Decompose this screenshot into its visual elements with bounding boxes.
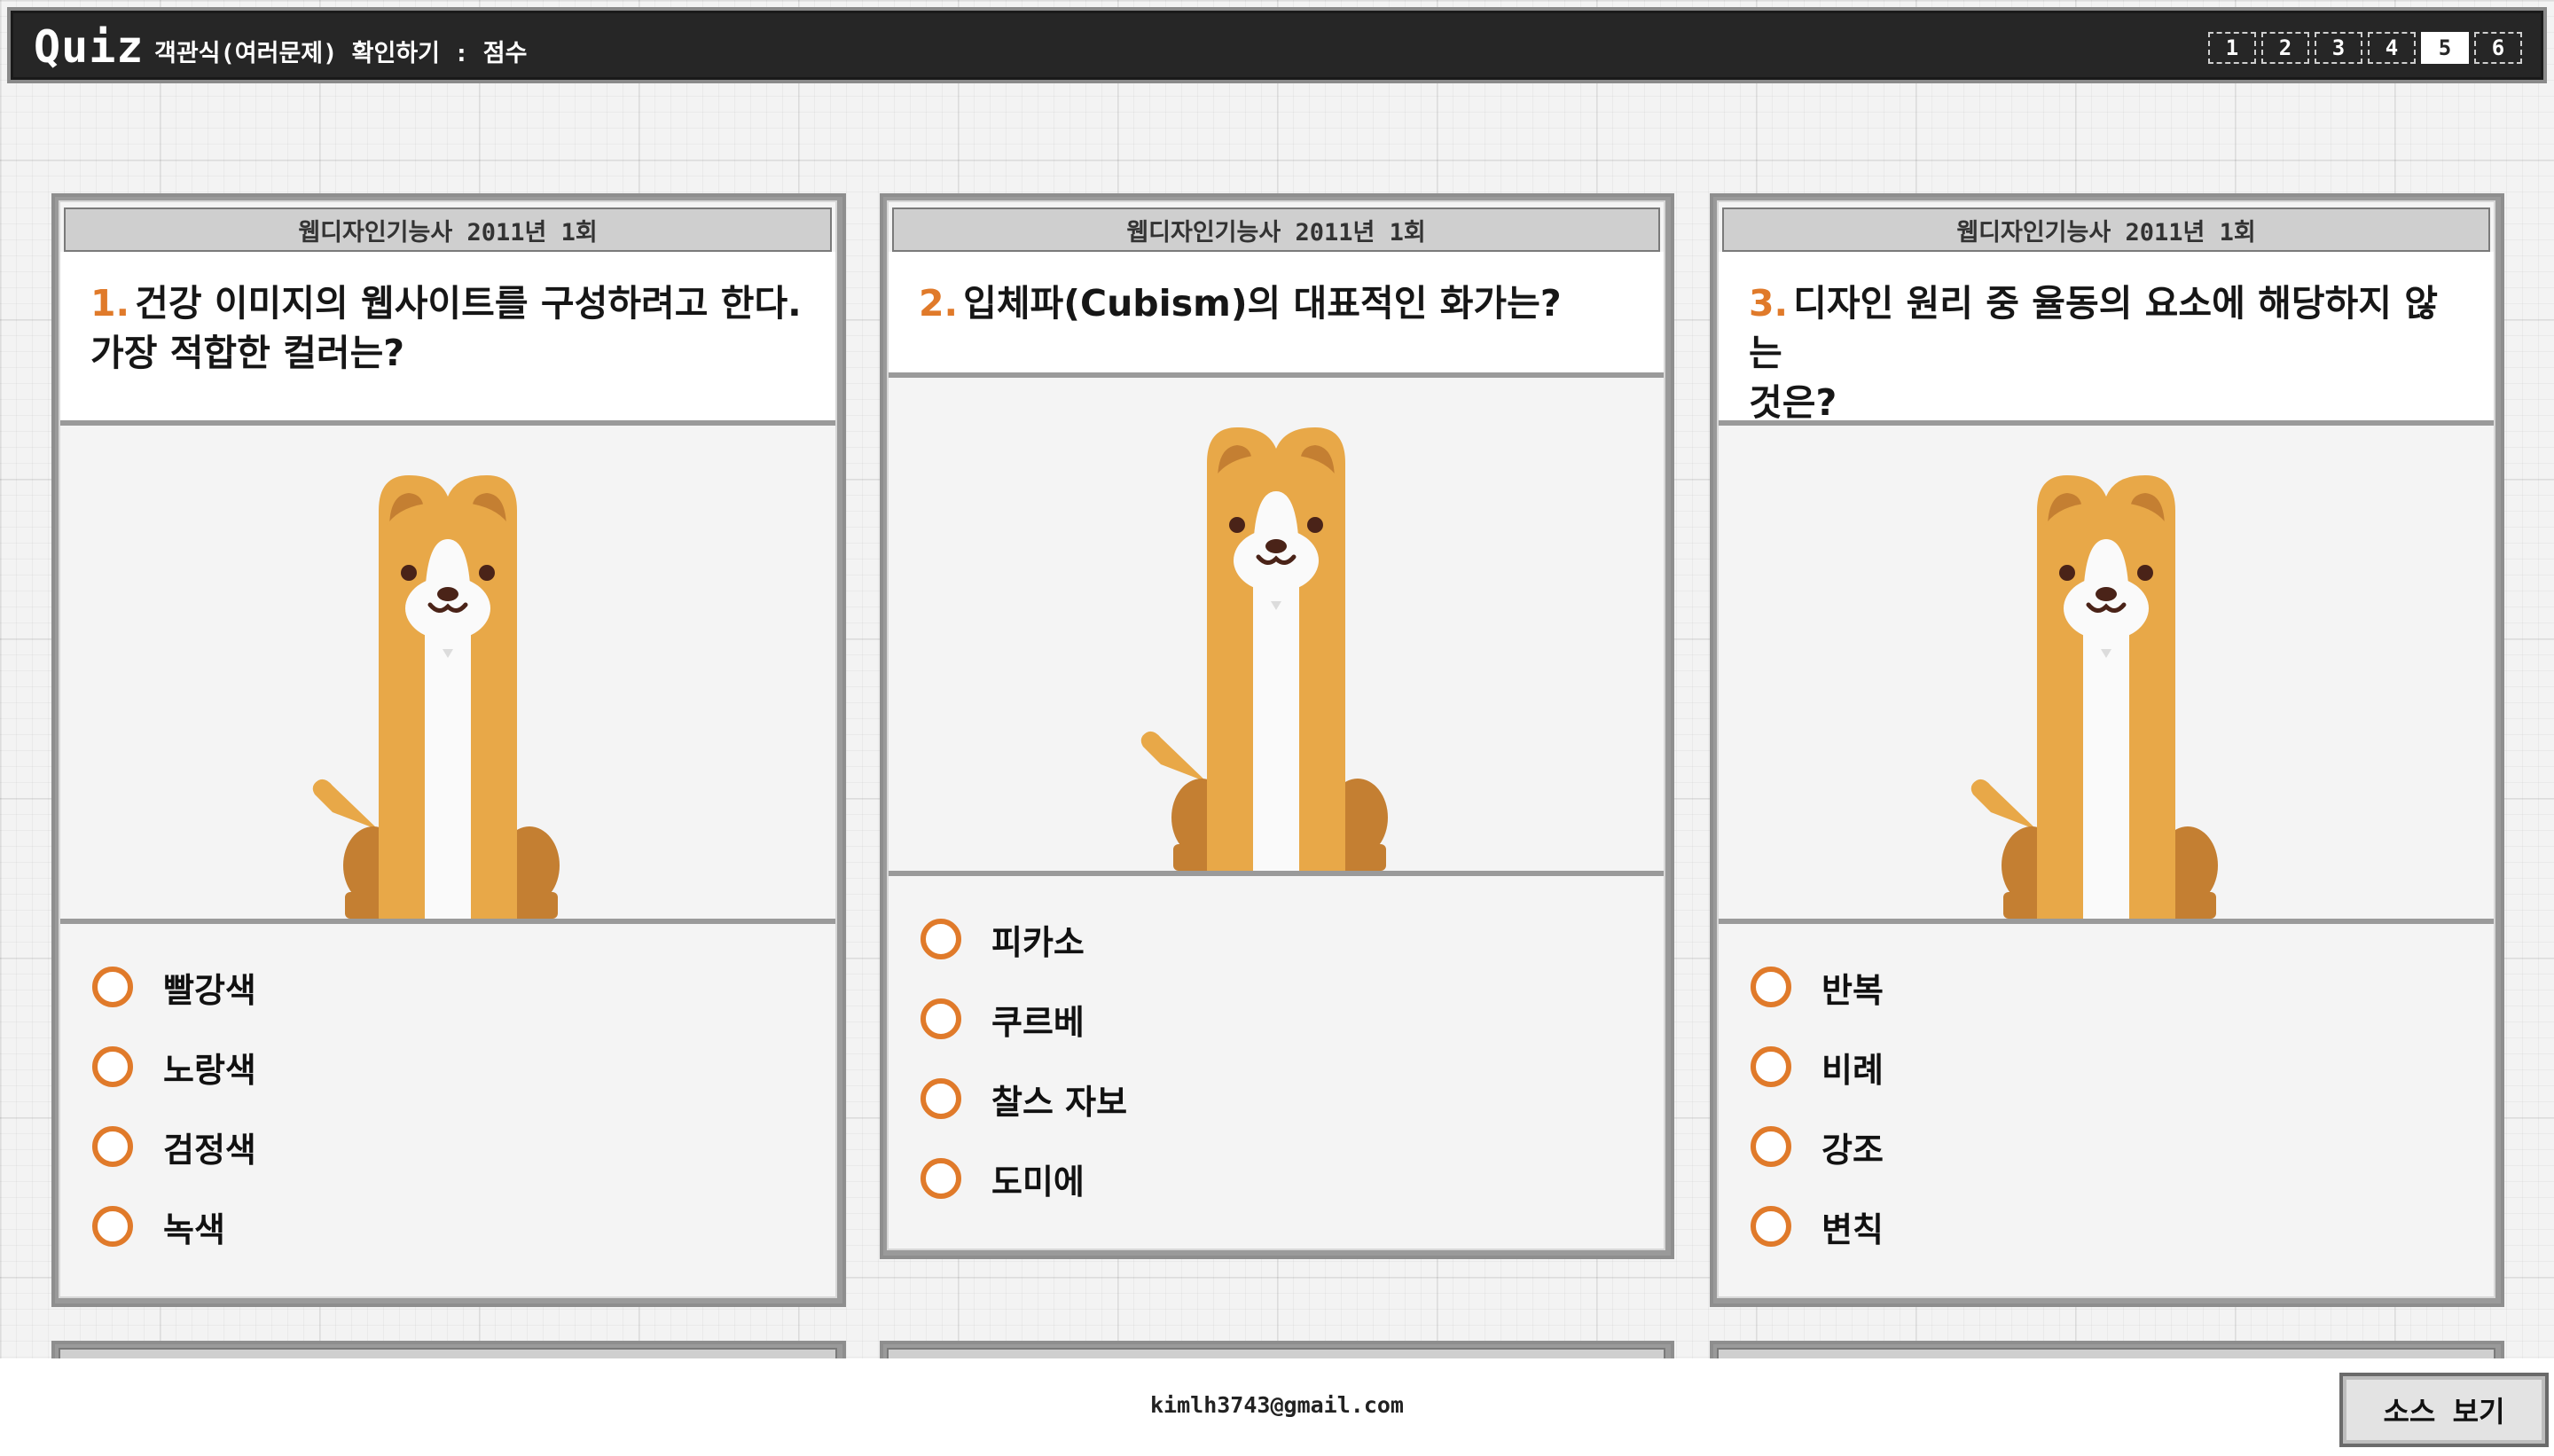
radio-icon[interactable] xyxy=(921,998,961,1039)
quiz-card-body: 웹디자인기능사 2011년 1회 1. 건강 이미지의 웹사이트를 구성하려고 한… xyxy=(59,200,837,1298)
radio-icon[interactable] xyxy=(921,1078,961,1119)
answer-options: 피카소 쿠르베 찰스 자보 도미에 xyxy=(889,876,1664,1218)
footer: kimlh3743@gmail.com 소스 보기 xyxy=(0,1358,2554,1456)
radio-icon[interactable] xyxy=(921,919,961,959)
quiz-card-2: 웹디자인기능사 2011년 1회 2. 입체파(Cubism)의 대표적인 화가는… xyxy=(880,193,1674,1259)
page-button-2[interactable]: 2 xyxy=(2261,32,2309,64)
radio-icon[interactable] xyxy=(1751,967,1791,1007)
quiz-card-1: 웹디자인기능사 2011년 1회 1. 건강 이미지의 웹사이트를 구성하려고 한… xyxy=(51,193,846,1307)
answer-option[interactable]: 비례 xyxy=(1751,1027,2494,1107)
quiz-card-body: 웹디자인기능사 2011년 1회 2. 입체파(Cubism)의 대표적인 화가는… xyxy=(887,200,1665,1250)
card-category: 웹디자인기능사 2011년 1회 xyxy=(64,207,832,252)
option-label: 노랑색 xyxy=(163,1050,256,1090)
logo: Quiz xyxy=(34,21,145,73)
question-number: 3. xyxy=(1749,282,1789,325)
dog-illustration-icon xyxy=(1955,475,2257,919)
question-line-1: 건강 이미지의 웹사이트를 구성하려고 한다. xyxy=(135,282,802,325)
page-button-3[interactable]: 3 xyxy=(2315,32,2362,64)
option-label: 녹색 xyxy=(163,1209,225,1249)
quiz-card-3: 웹디자인기능사 2011년 1회 3. 디자인 원리 중 율동의 요소에 해당하지… xyxy=(1710,193,2504,1307)
question-text: 1. 건강 이미지의 웹사이트를 구성하려고 한다. 가장 적합한 컬러는? xyxy=(60,252,835,426)
question-image xyxy=(889,378,1664,876)
question-image xyxy=(60,426,835,924)
radio-icon[interactable] xyxy=(92,1126,133,1167)
answer-option[interactable]: 도미에 xyxy=(921,1139,1664,1218)
quiz-card-body: 웹디자인기능사 2011년 1회 3. 디자인 원리 중 율동의 요소에 해당하지… xyxy=(1717,200,2495,1298)
question-number: 2. xyxy=(919,282,959,325)
top-bar: Quiz 객관식(여러문제) 확인하기 : 점수 1 2 3 4 5 6 xyxy=(7,7,2547,83)
radio-icon[interactable] xyxy=(92,1046,133,1087)
answer-option[interactable]: 노랑색 xyxy=(92,1027,835,1107)
option-label: 찰스 자보 xyxy=(991,1082,1128,1122)
page-navigation: 1 2 3 4 5 6 xyxy=(2208,32,2522,64)
radio-icon[interactable] xyxy=(92,967,133,1007)
dog-illustration-icon xyxy=(297,475,599,919)
radio-icon[interactable] xyxy=(1751,1126,1791,1167)
answer-option[interactable]: 변칙 xyxy=(1751,1186,2494,1266)
dog-illustration-icon xyxy=(1125,427,1427,871)
page-button-6[interactable]: 6 xyxy=(2474,32,2522,64)
answer-option[interactable]: 강조 xyxy=(1751,1107,2494,1186)
radio-icon[interactable] xyxy=(921,1158,961,1199)
question-line-1: 디자인 원리 중 율동의 요소에 해당하지 않는 xyxy=(1749,282,2438,374)
card-category: 웹디자인기능사 2011년 1회 xyxy=(1722,207,2490,252)
question-line-1: 입체파(Cubism)의 대표적인 화가는? xyxy=(963,282,1562,325)
answer-option[interactable]: 검정색 xyxy=(92,1107,835,1186)
option-label: 강조 xyxy=(1821,1130,1884,1170)
page-button-4[interactable]: 4 xyxy=(2368,32,2416,64)
question-number: 1. xyxy=(90,282,130,325)
answer-option[interactable]: 녹색 xyxy=(92,1186,835,1266)
question-line-2: 가장 적합한 컬러는? xyxy=(90,332,405,374)
card-category: 웹디자인기능사 2011년 1회 xyxy=(892,207,1660,252)
option-label: 피카소 xyxy=(991,922,1085,962)
question-text: 3. 디자인 원리 중 율동의 요소에 해당하지 않는 것은? xyxy=(1719,252,2494,426)
radio-icon[interactable] xyxy=(1751,1206,1791,1247)
answer-option[interactable]: 쿠르베 xyxy=(921,979,1664,1059)
page-button-5[interactable]: 5 xyxy=(2421,32,2469,64)
option-label: 빨강색 xyxy=(163,970,256,1010)
option-label: 검정색 xyxy=(163,1130,256,1170)
answer-options: 빨강색 노랑색 검정색 녹색 xyxy=(60,924,835,1266)
option-label: 도미에 xyxy=(991,1162,1085,1202)
question-text: 2. 입체파(Cubism)의 대표적인 화가는? xyxy=(889,252,1664,378)
view-source-button[interactable]: 소스 보기 xyxy=(2339,1373,2549,1447)
option-label: 반복 xyxy=(1821,970,1884,1010)
answer-option[interactable]: 반복 xyxy=(1751,947,2494,1027)
answer-option[interactable]: 빨강색 xyxy=(92,947,835,1027)
option-label: 쿠르베 xyxy=(991,1002,1085,1042)
radio-icon[interactable] xyxy=(92,1206,133,1247)
question-image xyxy=(1719,426,2494,924)
page-subtitle: 객관식(여러문제) 확인하기 : 점수 xyxy=(154,40,528,67)
question-line-2: 것은? xyxy=(1749,381,1837,424)
answer-options: 반복 비례 강조 변칙 xyxy=(1719,924,2494,1266)
option-label: 변칙 xyxy=(1821,1209,1884,1249)
radio-icon[interactable] xyxy=(1751,1046,1791,1087)
answer-option[interactable]: 피카소 xyxy=(921,899,1664,979)
answer-option[interactable]: 찰스 자보 xyxy=(921,1059,1664,1139)
page-button-1[interactable]: 1 xyxy=(2208,32,2256,64)
option-label: 비례 xyxy=(1821,1050,1884,1090)
contact-email: kimlh3743@gmail.com xyxy=(1150,1392,1404,1418)
